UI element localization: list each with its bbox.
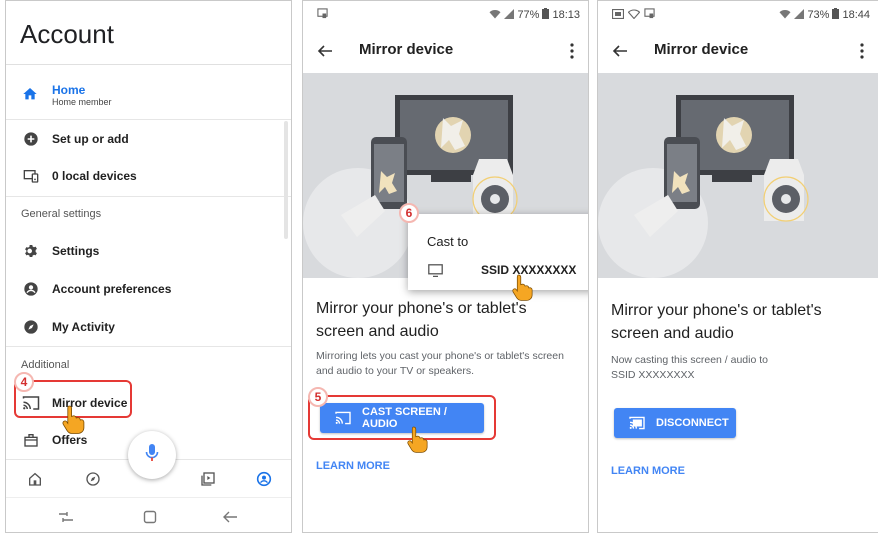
status-right: 77% 18:13 bbox=[489, 8, 580, 22]
home-title: Home bbox=[52, 83, 86, 97]
set-up-or-add-item[interactable]: Set up or add bbox=[6, 121, 291, 157]
highlight-cast-button bbox=[308, 395, 496, 440]
signal-icon bbox=[504, 8, 515, 22]
step-badge-5: 5 bbox=[308, 387, 328, 407]
pointer-hand-icon bbox=[62, 405, 85, 434]
app-bar: Mirror device bbox=[598, 29, 878, 73]
local-devices-item[interactable]: 0 local devices bbox=[6, 158, 291, 194]
battery-percent: 77% bbox=[517, 9, 540, 21]
learn-more-link[interactable]: LEARN MORE bbox=[316, 460, 390, 472]
mirror-heading: Mirror your phone's or tablet's screen a… bbox=[611, 302, 822, 342]
cast-status-icon bbox=[644, 8, 655, 22]
step-badge-4: 4 bbox=[14, 372, 34, 392]
page-title: Mirror device bbox=[654, 41, 749, 58]
devices-icon bbox=[22, 167, 40, 185]
status-left-icons bbox=[611, 8, 655, 22]
divider bbox=[6, 196, 291, 197]
more-vert-icon[interactable] bbox=[566, 41, 578, 61]
offers-icon bbox=[22, 431, 40, 449]
my-activity-item[interactable]: My Activity bbox=[6, 309, 291, 345]
home-button-icon[interactable] bbox=[142, 509, 158, 525]
cast-to-dialog: Cast to SSID XXXXXXXX bbox=[408, 214, 588, 290]
disconnect-button[interactable]: DISCONNECT bbox=[614, 408, 736, 438]
local-devices-label: 0 local devices bbox=[52, 169, 137, 183]
divider bbox=[6, 346, 291, 347]
media-nav-icon[interactable] bbox=[199, 470, 217, 488]
set-up-or-add-label: Set up or add bbox=[52, 132, 129, 146]
discover-nav-icon[interactable] bbox=[84, 470, 102, 488]
cast-connected-icon bbox=[628, 416, 646, 430]
pointer-hand-icon bbox=[407, 426, 428, 453]
account-preferences-item[interactable]: Account preferences bbox=[6, 271, 291, 307]
voice-button[interactable] bbox=[128, 431, 176, 479]
mirroring-illustration bbox=[598, 95, 809, 278]
status-time: 18:44 bbox=[842, 9, 870, 21]
wifi-icon bbox=[489, 9, 501, 22]
settings-item[interactable]: Settings bbox=[6, 233, 291, 269]
wifi-status-icon bbox=[627, 8, 641, 22]
screen-mirror-status-icon bbox=[611, 8, 625, 22]
cast-status-icon bbox=[317, 8, 328, 22]
status-time: 18:13 bbox=[552, 9, 580, 21]
home-item[interactable]: Home Home member bbox=[6, 73, 291, 119]
step-badge-6: 6 bbox=[399, 203, 419, 223]
casting-device-name: SSID XXXXXXXX bbox=[611, 369, 695, 381]
page-title: Account bbox=[20, 19, 114, 49]
status-right: 73% 18:44 bbox=[779, 8, 870, 22]
settings-label: Settings bbox=[52, 244, 100, 258]
divider bbox=[6, 119, 291, 120]
pointer-hand-icon bbox=[512, 274, 533, 301]
casting-status-text: Now casting this screen / audio to bbox=[611, 354, 768, 366]
battery-percent: 73% bbox=[807, 9, 830, 21]
divider bbox=[6, 64, 291, 65]
scrollbar[interactable] bbox=[284, 121, 288, 239]
system-navigation bbox=[6, 497, 291, 532]
more-vert-icon[interactable] bbox=[856, 41, 868, 61]
recents-icon[interactable] bbox=[58, 509, 74, 525]
mirror-device-screen: 77% 18:13 Mirror device Mirror your phon… bbox=[302, 0, 589, 533]
battery-icon bbox=[832, 8, 840, 22]
status-bar: 77% 18:13 bbox=[303, 1, 588, 29]
home-icon bbox=[22, 86, 40, 104]
battery-icon bbox=[542, 8, 550, 22]
learn-more-link[interactable]: LEARN MORE bbox=[611, 465, 685, 477]
account-screen: Account Home Home member Set up or add 0… bbox=[5, 0, 292, 533]
status-bar: 73% 18:44 bbox=[598, 1, 878, 29]
wifi-icon bbox=[779, 9, 791, 22]
add-circle-icon bbox=[22, 130, 40, 148]
disconnect-label: DISCONNECT bbox=[656, 417, 729, 429]
compass-icon bbox=[22, 318, 40, 336]
offers-label: Offers bbox=[52, 433, 88, 447]
back-button-icon[interactable] bbox=[222, 509, 238, 525]
microphone-icon bbox=[145, 443, 159, 468]
cast-device-item[interactable]: SSID XXXXXXXX bbox=[426, 262, 588, 282]
back-arrow-icon[interactable] bbox=[315, 41, 335, 61]
account-circle-icon bbox=[22, 280, 40, 298]
signal-icon bbox=[794, 8, 805, 22]
tv-icon bbox=[428, 264, 443, 282]
home-nav-icon[interactable] bbox=[26, 470, 44, 488]
page-title: Mirror device bbox=[359, 41, 454, 58]
dialog-title: Cast to bbox=[427, 234, 469, 249]
section-additional: Additional bbox=[21, 359, 70, 371]
my-activity-label: My Activity bbox=[52, 320, 115, 334]
mirror-heading: Mirror your phone's or tablet's screen a… bbox=[316, 300, 527, 340]
home-subtitle: Home member bbox=[52, 97, 112, 107]
mirror-device-casting-screen: 73% 18:44 Mirror device Mirror your phon… bbox=[597, 0, 878, 533]
section-general-settings: General settings bbox=[21, 208, 102, 220]
account-nav-icon[interactable] bbox=[255, 470, 273, 488]
back-arrow-icon[interactable] bbox=[610, 41, 630, 61]
account-preferences-label: Account preferences bbox=[52, 282, 172, 296]
hero-illustration bbox=[598, 73, 878, 278]
app-bar: Mirror device bbox=[303, 29, 588, 73]
mirror-description: Mirroring lets you cast your phone's or … bbox=[316, 350, 564, 377]
gear-icon bbox=[22, 242, 40, 260]
status-left-icons bbox=[317, 8, 328, 22]
